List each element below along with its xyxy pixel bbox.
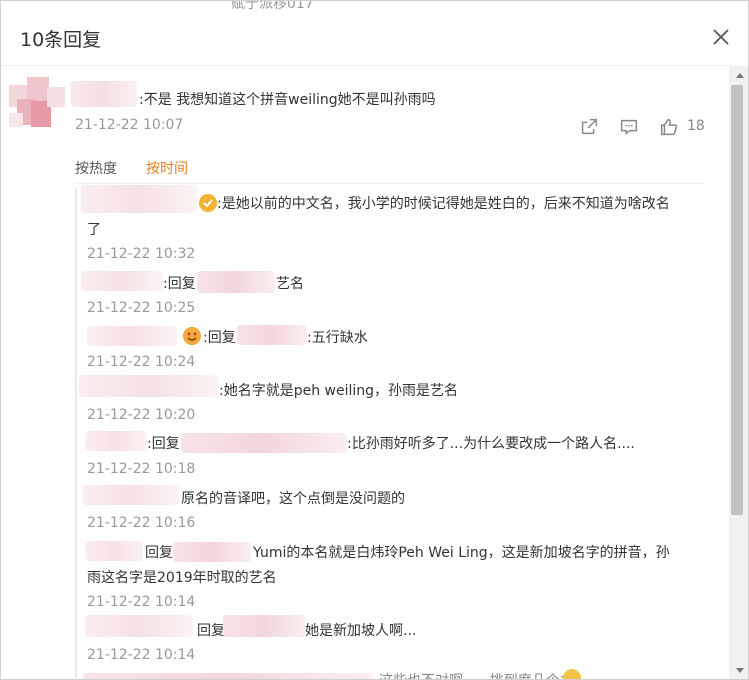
reply-time: 21-12-22 10:24 [87, 354, 196, 370]
reply-text: 艺名 [276, 276, 304, 292]
scroll-down-arrow-icon[interactable] [736, 668, 744, 673]
reply-text: Yumi的本名就是白炜玲Peh Wei Ling，这是新加坡名字的拼音，孙 [253, 545, 670, 561]
reply-time: 21-12-22 10:14 [87, 647, 196, 663]
comment-time: 21-12-22 10:07 [75, 117, 184, 133]
reply-username[interactable] [87, 326, 177, 346]
reply-time: 21-12-22 10:25 [87, 300, 196, 316]
header-divider [1, 65, 731, 66]
reply-text: :是她以前的中文名，我小学的时候记得她是姓白的，后来不知道为啥改名 [217, 196, 670, 212]
reply-prefix: :回复 [203, 330, 236, 346]
emoji-icon [563, 669, 581, 679]
reply-prefix: :回复 [163, 276, 196, 292]
mention-username[interactable] [223, 615, 305, 637]
reply-text: 原名的音译吧，这个点倒是没问题的 [181, 491, 405, 507]
reply-time: 21-12-22 10:14 [87, 594, 196, 610]
reply-text: :比孙雨好听多了...为什么要改成一个路人名.... [347, 436, 635, 452]
share-icon[interactable] [578, 116, 600, 142]
sort-by-time-tab[interactable]: 按时间 [146, 158, 188, 178]
reply-text: 她是新加坡人啊... [305, 623, 417, 639]
reply-username[interactable] [83, 673, 373, 679]
reply-time: 21-12-22 10:20 [87, 407, 196, 423]
replies-indent-line [75, 188, 77, 678]
mention-username[interactable] [237, 325, 307, 345]
verified-badge-icon [199, 194, 217, 212]
reply-text: 这些也不对啊......挑到度几个名 [379, 670, 574, 679]
background-text: 赋于派移017 [231, 0, 314, 12]
mention-username[interactable] [197, 271, 275, 293]
reply-prefix: 回复 [145, 545, 173, 561]
reply-username[interactable] [85, 541, 143, 561]
emoji-icon [183, 327, 201, 345]
thumbs-up-icon[interactable] [658, 116, 680, 142]
comment-icon[interactable] [618, 116, 640, 142]
reply-username[interactable] [79, 375, 219, 397]
like-count: 18 [687, 118, 705, 134]
reply-text-continued: 雨这名字是2019年时取的艺名 [87, 570, 277, 586]
replies-dialog: 赋于派移017 10条回复 :不是 我想知道这个拼音weiling她不是叫孙雨吗… [0, 0, 749, 680]
reply-prefix: 回复 [197, 623, 225, 639]
username[interactable] [71, 81, 137, 107]
reply-username[interactable] [85, 431, 147, 451]
sort-divider [75, 183, 705, 184]
reply-username[interactable] [81, 185, 197, 213]
reply-username[interactable] [83, 485, 179, 505]
scrollbar-thumb[interactable] [731, 85, 743, 515]
reply-username[interactable] [85, 615, 193, 637]
reply-time: 21-12-22 10:32 [87, 246, 196, 262]
reply-text: :她名字就是peh weiling，孙雨是艺名 [219, 383, 459, 399]
sort-by-hot-tab[interactable]: 按热度 [75, 158, 117, 178]
close-icon[interactable] [709, 25, 733, 49]
reply-username[interactable] [81, 271, 163, 291]
reply-time: 21-12-22 10:18 [87, 461, 196, 477]
reply-text: :五行缺水 [307, 330, 368, 346]
comment-text: :不是 我想知道这个拼音weiling她不是叫孙雨吗 [139, 92, 436, 108]
reply-time: 21-12-22 10:16 [87, 515, 196, 531]
mention-username[interactable] [173, 542, 251, 562]
mention-username[interactable] [181, 433, 347, 453]
dialog-title: 10条回复 [20, 29, 102, 51]
reply-prefix: :回复 [147, 436, 180, 452]
avatar[interactable] [9, 77, 65, 133]
reply-text-continued: 了 [87, 222, 101, 238]
scroll-up-arrow-icon[interactable] [736, 73, 744, 78]
